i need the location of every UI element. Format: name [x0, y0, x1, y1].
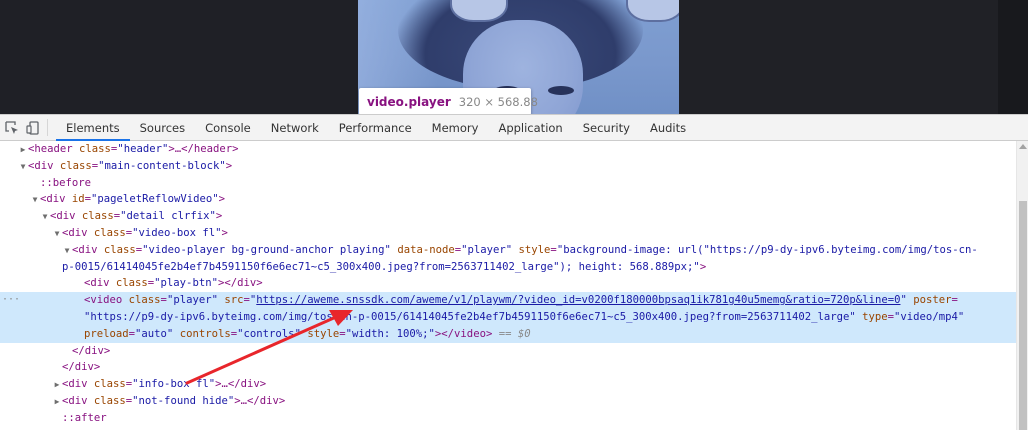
- element-inspect-tooltip: video.player 320 × 568.88: [359, 88, 538, 115]
- dom-node-video-player-cont[interactable]: p-0015/61414045fe2b4ef7b4591150f6e6ec71~…: [0, 259, 1016, 276]
- dom-node-play-btn[interactable]: <div class="play-btn"></div>: [0, 275, 1016, 292]
- dom-close-div[interactable]: </div>: [0, 343, 1016, 360]
- tab-sources[interactable]: Sources: [130, 115, 196, 140]
- tab-network[interactable]: Network: [261, 115, 329, 140]
- dom-node-main-content-block[interactable]: ▼ <div class="main-content-block">: [0, 158, 1016, 175]
- elements-tree: ▶ <header class="header">…</header> ▼ <div…: [0, 141, 1016, 430]
- inspect-element-icon[interactable]: [3, 119, 21, 137]
- tab-console[interactable]: Console: [195, 115, 261, 140]
- scroll-up-arrow-icon[interactable]: [1019, 144, 1027, 149]
- dom-node-pagelet-reflow-video[interactable]: ▼ <div id="pageletReflowVideo">: [0, 191, 1016, 208]
- dom-node-video-selected[interactable]: ··· <video class="player" src="https://a…: [0, 292, 1016, 343]
- collapse-arrow-icon[interactable]: ▼: [30, 192, 40, 209]
- dom-node-detail[interactable]: ▼ <div class="detail clrfix">: [0, 208, 1016, 225]
- tooltip-element-size: 320 × 568.88: [458, 94, 538, 109]
- device-toolbar-icon[interactable]: [24, 119, 42, 137]
- page-left-area: [0, 0, 358, 114]
- dom-node-info-box[interactable]: ▶ <div class="info-box fl">…</div>: [0, 376, 1016, 393]
- vertical-scrollbar[interactable]: [1016, 141, 1028, 430]
- collapse-arrow-icon[interactable]: ▼: [18, 159, 28, 176]
- dom-close-div[interactable]: </div>: [0, 359, 1016, 376]
- more-options-dots[interactable]: ···: [2, 292, 20, 309]
- collapse-arrow-icon[interactable]: ▼: [40, 209, 50, 226]
- dom-node-video-box[interactable]: ▼ <div class="video-box fl">: [0, 225, 1016, 242]
- dom-node-header[interactable]: ▶ <header class="header">…</header>: [0, 141, 1016, 158]
- collapse-arrow-icon[interactable]: ▼: [52, 226, 62, 243]
- dom-node-not-found[interactable]: ▶ <div class="not-found hide">…</div>: [0, 393, 1016, 410]
- expand-arrow-icon[interactable]: ▶: [52, 377, 62, 394]
- tooltip-element-name: video.player: [367, 94, 451, 109]
- tab-elements[interactable]: Elements: [56, 115, 130, 141]
- collapse-arrow-icon[interactable]: ▼: [62, 243, 72, 260]
- tab-audits[interactable]: Audits: [640, 115, 696, 140]
- expand-arrow-icon[interactable]: ▶: [52, 394, 62, 411]
- page-right-area: [679, 0, 999, 114]
- video-src-link[interactable]: https://aweme.snssdk.com/aweme/v1/playwm…: [256, 294, 900, 306]
- dom-node-video-player[interactable]: ▼ <div class="video-player bg-ground-anch…: [0, 242, 1016, 259]
- scrollbar-thumb[interactable]: [1019, 201, 1027, 430]
- tab-application[interactable]: Application: [488, 115, 572, 140]
- tab-performance[interactable]: Performance: [329, 115, 422, 140]
- tab-memory[interactable]: Memory: [422, 115, 489, 140]
- dom-pseudo-after[interactable]: ::after: [0, 410, 1016, 427]
- tab-security[interactable]: Security: [573, 115, 640, 140]
- dom-pseudo-before[interactable]: ::before: [0, 175, 1016, 192]
- devtools-tabs: Elements Sources Console Network Perform…: [48, 115, 696, 141]
- expand-arrow-icon[interactable]: ▶: [18, 142, 28, 159]
- devtools-toolbar: Elements Sources Console Network Perform…: [0, 114, 1028, 141]
